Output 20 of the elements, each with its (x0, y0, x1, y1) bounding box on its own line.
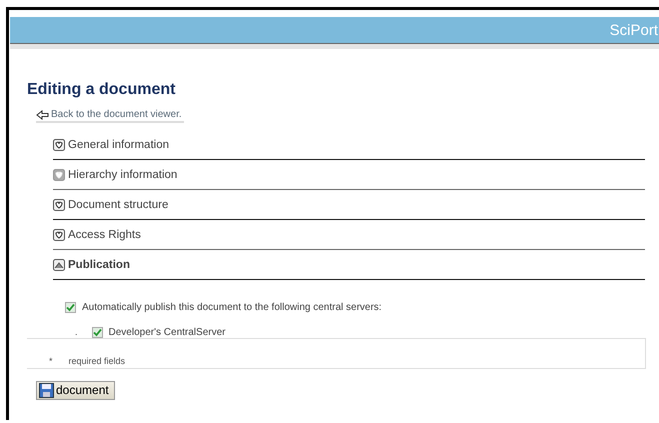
checkbox-label: Developer's CentralServer (108, 326, 226, 338)
section-heading[interactable]: General information (68, 139, 169, 151)
bullet-mark: . (75, 327, 78, 337)
checkbox[interactable] (92, 326, 103, 338)
app-title: SciPort (610, 22, 658, 38)
checkbox[interactable] (65, 302, 76, 312)
back-arrow-icon (36, 110, 49, 120)
page-title: Editing a document (27, 81, 176, 99)
expand-icon[interactable] (53, 199, 65, 211)
required-note: required fields (68, 356, 126, 366)
checkbox-label: Automatically publish this document to the following central servers: (82, 302, 382, 312)
section-heading[interactable]: Publication (68, 259, 130, 271)
expand-icon[interactable] (53, 229, 65, 241)
collapse-icon[interactable] (53, 259, 65, 271)
section-heading[interactable]: Document structure (68, 199, 168, 211)
back-link[interactable]: Back to the document viewer. (36, 109, 184, 123)
section-heading[interactable]: Access Rights (68, 229, 141, 241)
save-button[interactable]: document (36, 380, 115, 400)
required-marker: * (49, 356, 53, 366)
expand-icon[interactable] (53, 139, 65, 151)
